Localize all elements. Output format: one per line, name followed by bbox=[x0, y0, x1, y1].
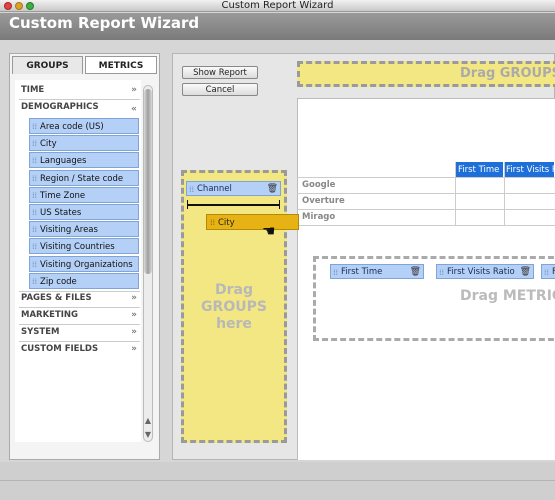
grip-icon: ⁞⁞ bbox=[32, 242, 38, 251]
chip-label: City bbox=[218, 218, 235, 228]
chip-label: First Visits Ratio bbox=[447, 267, 515, 277]
trash-icon[interactable]: 🗑 bbox=[520, 265, 531, 280]
grip-icon: ⁞⁞ bbox=[439, 268, 445, 277]
hand-cursor-icon: ☚ bbox=[262, 222, 276, 240]
category-time[interactable]: TIME » bbox=[21, 83, 139, 98]
grip-icon: ⁞⁞ bbox=[210, 218, 216, 227]
list-item[interactable]: ⁞⁞ Zip code bbox=[29, 273, 139, 289]
metric-chip-first-visits-ratio[interactable]: ⁞⁞ First Visits Ratio 🗑 bbox=[436, 264, 534, 279]
column-header[interactable]: First Time bbox=[456, 162, 504, 178]
list-item[interactable]: ⁞⁞ Region / State code bbox=[29, 170, 139, 186]
chevron-down-icon: » bbox=[131, 293, 137, 303]
chip-label: Channel bbox=[197, 184, 232, 194]
grip-icon: ⁞⁞ bbox=[32, 122, 38, 131]
category-label: PAGES & FILES bbox=[21, 293, 92, 303]
metric-chip-partial[interactable]: ⁞⁞ F bbox=[541, 264, 555, 279]
chip-label: First Time bbox=[341, 267, 383, 277]
tab-metrics[interactable]: METRICS bbox=[85, 56, 157, 74]
list-item[interactable]: ⁞⁞ Languages bbox=[29, 152, 139, 168]
item-label: Zip code bbox=[40, 277, 77, 287]
category-system[interactable]: SYSTEM » bbox=[21, 325, 139, 340]
item-label: Region / State code bbox=[40, 174, 124, 184]
row-divider bbox=[297, 225, 555, 226]
footer bbox=[0, 462, 555, 500]
item-label: Visiting Organizations bbox=[40, 260, 133, 270]
column-header[interactable]: First Visits R bbox=[504, 162, 555, 178]
metric-chip-first-time[interactable]: ⁞⁞ First Time 🗑 bbox=[330, 264, 424, 279]
list-item[interactable]: ⁞⁞ Time Zone bbox=[29, 187, 139, 203]
grip-icon: ⁞⁞ bbox=[189, 185, 195, 194]
scroll-down-icon[interactable]: ▼ bbox=[143, 430, 153, 439]
item-label: Time Zone bbox=[40, 191, 86, 201]
grip-icon: ⁞⁞ bbox=[333, 268, 339, 277]
table-row-label: Mirago bbox=[302, 212, 336, 222]
category-label: DEMOGRAPHICS bbox=[21, 102, 99, 112]
insert-marker bbox=[187, 204, 280, 206]
page-title: Custom Report Wizard bbox=[9, 14, 200, 32]
category-pages-files[interactable]: PAGES & FILES » bbox=[21, 291, 139, 306]
group-chip-channel[interactable]: ⁞⁞ Channel 🗑 bbox=[186, 181, 281, 196]
column-divider bbox=[504, 162, 505, 226]
drop-zone-label: Drag GROUPS here bbox=[201, 282, 267, 332]
grip-icon: ⁞⁞ bbox=[32, 260, 38, 269]
list-item[interactable]: ⁞⁞ City bbox=[29, 135, 139, 151]
grip-icon: ⁞⁞ bbox=[32, 208, 38, 217]
scrollbar-thumb[interactable] bbox=[144, 89, 152, 274]
list-item[interactable]: ⁞⁞ Visiting Areas bbox=[29, 221, 139, 237]
list-item[interactable]: ⁞⁞ Visiting Organizations bbox=[29, 256, 139, 272]
table-row-label: Overture bbox=[302, 196, 345, 206]
column-divider bbox=[455, 162, 456, 226]
grip-icon: ⁞⁞ bbox=[32, 225, 38, 234]
category-label: SYSTEM bbox=[21, 327, 60, 337]
drop-zone-label: Drag METRICS bbox=[460, 288, 555, 304]
show-report-button[interactable]: Show Report bbox=[182, 66, 258, 79]
chevron-down-icon: » bbox=[131, 327, 137, 337]
table-row-label: Google bbox=[302, 180, 336, 190]
item-label: US States bbox=[40, 208, 82, 218]
divider bbox=[0, 480, 555, 481]
trash-icon[interactable]: 🗑 bbox=[267, 182, 278, 197]
list-item[interactable]: ⁞⁞ Visiting Countries bbox=[29, 238, 139, 254]
category-label: MARKETING bbox=[21, 310, 79, 320]
tab-groups[interactable]: GROUPS bbox=[12, 56, 83, 74]
item-label: Visiting Countries bbox=[40, 242, 115, 252]
dragging-chip-city[interactable]: ⁞⁞ City bbox=[206, 214, 299, 230]
category-demographics[interactable]: DEMOGRAPHICS » bbox=[21, 100, 139, 115]
window-title: Custom Report Wizard bbox=[221, 0, 334, 11]
chevron-down-icon: » bbox=[131, 310, 137, 320]
category-label: CUSTOM FIELDS bbox=[21, 344, 99, 354]
item-label: Languages bbox=[40, 156, 87, 166]
chevron-down-icon: » bbox=[131, 344, 137, 354]
category-marketing[interactable]: MARKETING » bbox=[21, 308, 139, 323]
grip-icon: ⁞⁞ bbox=[544, 268, 550, 277]
drop-zone-label: Drag GROUPS bbox=[460, 66, 555, 81]
category-label: TIME bbox=[21, 85, 45, 95]
list-item[interactable]: ⁞⁞ Area code (US) bbox=[29, 118, 139, 134]
cancel-button[interactable]: Cancel bbox=[182, 83, 258, 96]
insert-marker bbox=[279, 200, 280, 209]
grip-icon: ⁞⁞ bbox=[32, 174, 38, 183]
item-label: City bbox=[40, 139, 57, 149]
item-label: Visiting Areas bbox=[40, 225, 98, 235]
trash-icon[interactable]: 🗑 bbox=[410, 265, 421, 280]
chevron-up-icon: » bbox=[131, 103, 137, 113]
item-label: Area code (US) bbox=[40, 122, 104, 132]
grip-icon: ⁞⁞ bbox=[32, 156, 38, 165]
category-custom-fields[interactable]: CUSTOM FIELDS » bbox=[21, 342, 139, 357]
chevron-down-icon: » bbox=[131, 85, 137, 95]
grip-icon: ⁞⁞ bbox=[32, 277, 38, 286]
grip-icon: ⁞⁞ bbox=[32, 139, 38, 148]
grip-icon: ⁞⁞ bbox=[32, 191, 38, 200]
scroll-up-icon[interactable]: ▲ bbox=[143, 416, 153, 425]
list-item[interactable]: ⁞⁞ US States bbox=[29, 204, 139, 220]
